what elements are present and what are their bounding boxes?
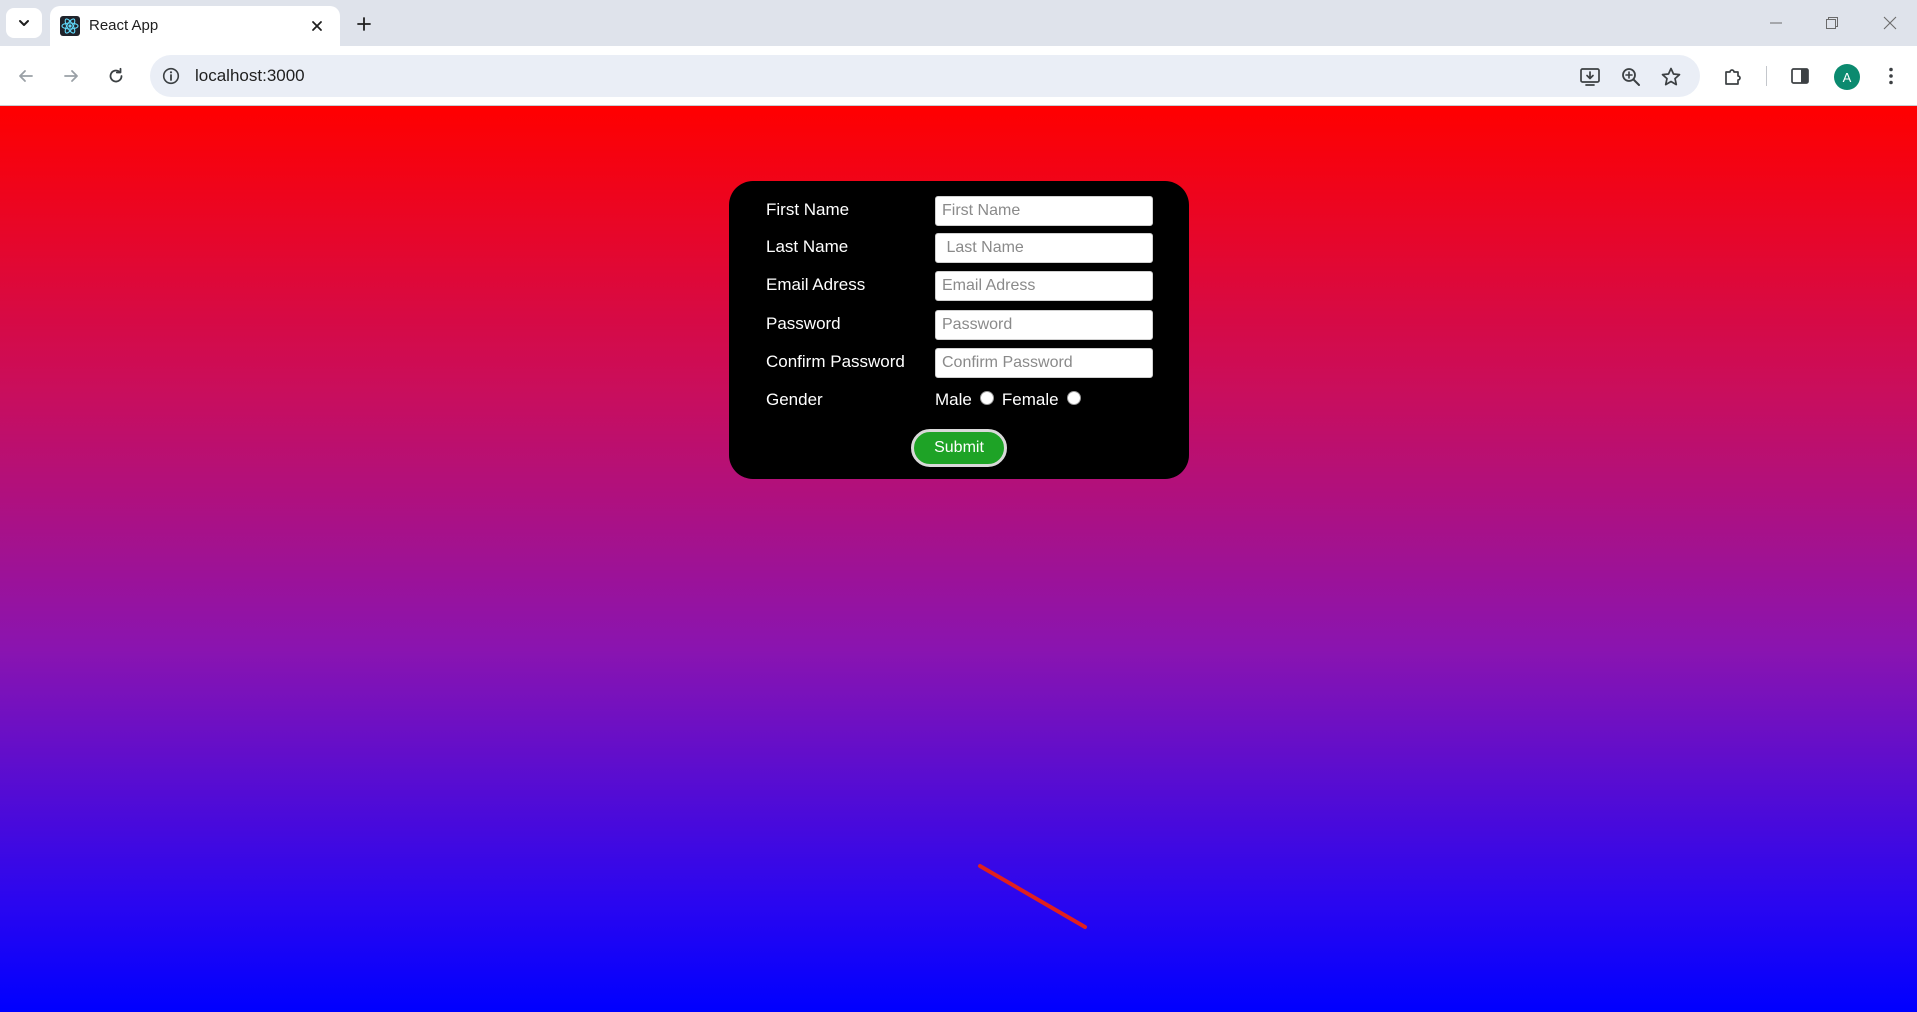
info-icon: [162, 67, 180, 85]
red-stroke-annotation: [978, 864, 1087, 929]
minimize-window-button[interactable]: [1756, 8, 1796, 38]
install-app-button[interactable]: [1577, 64, 1603, 90]
minimize-icon: [1770, 22, 1782, 24]
last-name-label: Last Name: [766, 237, 849, 256]
first-name-row: First Name: [729, 194, 1189, 226]
bookmark-button[interactable]: [1658, 64, 1684, 90]
new-tab-button[interactable]: [350, 10, 378, 38]
gender-male-label: Male: [935, 390, 972, 409]
gender-label: Gender: [766, 390, 823, 409]
kebab-menu-icon: [1889, 67, 1893, 85]
browser-tab-strip: React App: [0, 0, 1917, 46]
zoom-icon: [1622, 68, 1640, 86]
browser-toolbar: localhost:3000 A: [0, 46, 1917, 106]
close-icon: [312, 21, 322, 31]
email-input[interactable]: [935, 271, 1153, 301]
email-label: Email Adress: [766, 275, 866, 294]
side-panel-button[interactable]: [1785, 61, 1815, 91]
arrow-left-icon: [19, 70, 33, 82]
restore-window-button[interactable]: [1812, 8, 1852, 38]
password-label: Password: [766, 314, 841, 333]
confirm-password-input[interactable]: [935, 348, 1153, 378]
gender-female-radio[interactable]: [1066, 391, 1081, 405]
gender-female-label: Female: [1001, 390, 1059, 409]
profile-avatar[interactable]: A: [1834, 64, 1860, 90]
close-window-button[interactable]: [1870, 8, 1910, 38]
react-logo-icon: [60, 16, 80, 36]
toolbar-divider: [1766, 66, 1767, 86]
signup-form: First Name Last Name Email Adress Passwo…: [729, 181, 1189, 479]
submit-button[interactable]: Submit: [911, 429, 1007, 467]
password-input[interactable]: [935, 310, 1153, 340]
close-icon: [1883, 16, 1897, 30]
gender-male-radio[interactable]: [979, 391, 994, 405]
restore-icon: [1826, 17, 1838, 29]
site-info-button[interactable]: [160, 65, 182, 87]
password-row: Password: [729, 308, 1189, 340]
tab-close-button[interactable]: [307, 16, 327, 36]
browser-menu-button[interactable]: [1876, 61, 1906, 91]
tab-title: React App: [89, 17, 159, 34]
active-tab[interactable]: React App: [50, 6, 340, 46]
page-viewport: First Name Last Name Email Adress Passwo…: [0, 106, 1917, 1012]
star-icon: [1661, 67, 1681, 86]
gender-options: Male Female: [935, 390, 1089, 410]
arrow-right-icon: [64, 70, 78, 82]
url-text: localhost:3000: [195, 66, 305, 85]
plus-icon: [357, 17, 371, 31]
address-bar[interactable]: localhost:3000: [150, 55, 1700, 97]
first-name-label: First Name: [766, 200, 850, 219]
first-name-input[interactable]: [935, 196, 1153, 226]
zoom-button[interactable]: [1618, 64, 1644, 90]
extensions-button[interactable]: [1719, 61, 1749, 91]
last-name-row: Last Name: [729, 231, 1189, 263]
forward-button[interactable]: [55, 60, 87, 92]
side-panel-icon: [1791, 68, 1809, 84]
puzzle-icon: [1725, 69, 1741, 85]
reload-icon: [109, 67, 123, 83]
reload-button[interactable]: [100, 60, 132, 92]
install-app-icon: [1580, 68, 1600, 86]
confirm-password-label: Confirm Password: [766, 352, 905, 371]
last-name-input[interactable]: [935, 233, 1153, 263]
back-button[interactable]: [10, 60, 42, 92]
email-row: Email Adress: [729, 269, 1189, 301]
chevron-down-icon: [19, 20, 29, 26]
gender-row: Gender Male Female: [729, 384, 1189, 416]
tab-search-button[interactable]: [6, 8, 42, 38]
confirm-password-row: Confirm Password: [729, 346, 1189, 378]
